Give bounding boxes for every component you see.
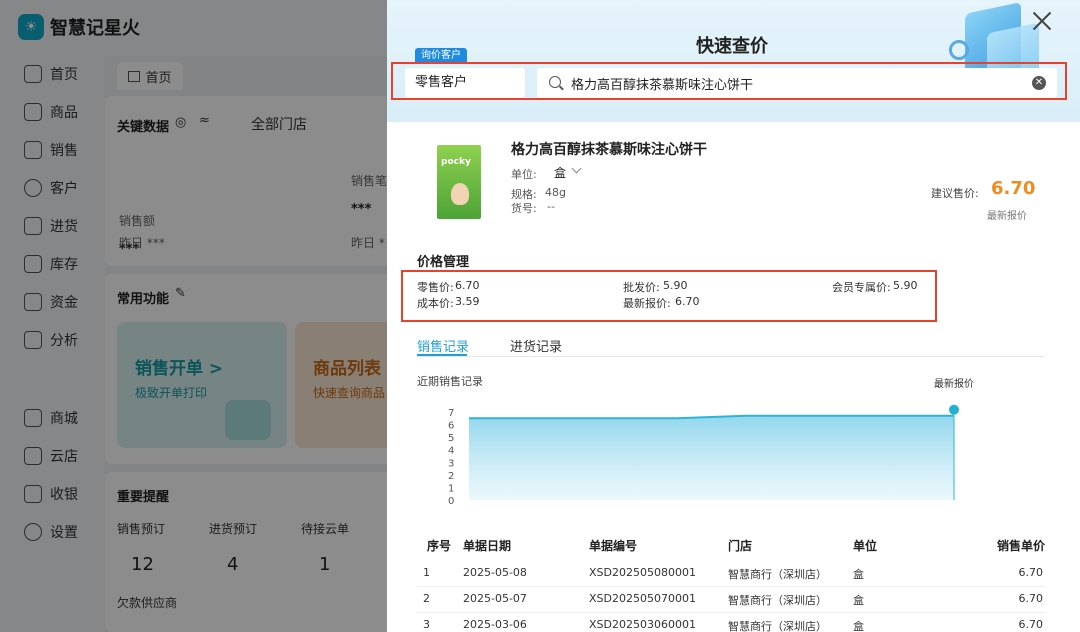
drawer-title: 快速查价 (696, 36, 768, 57)
table-row[interactable] (417, 612, 1045, 613)
suggest-price-value: 6.70 (991, 178, 1036, 199)
col-header-number: 单据编号 (589, 539, 638, 553)
y-tick-label: 5 (448, 433, 454, 444)
chart-area-fill (469, 415, 954, 500)
y-tick-label: 6 (448, 421, 454, 432)
table-cell: XSD202505070001 (589, 592, 696, 605)
tab-divider (417, 356, 1045, 357)
table-cell: 6.70 (1018, 566, 1044, 579)
close-icon[interactable] (1031, 10, 1053, 32)
table-cell: 2025-05-07 (463, 592, 527, 605)
product-image: pocky (437, 145, 481, 219)
table-cell: 2025-05-08 (463, 566, 527, 579)
suggest-price-note: 最新报价 (987, 211, 1027, 222)
unit-select[interactable]: 盒 (554, 164, 566, 181)
code-label: 货号: (511, 202, 537, 215)
col-header-unit: 单位 (853, 539, 878, 553)
y-tick-label: 3 (448, 458, 454, 469)
table-cell: 6.70 (1018, 592, 1044, 605)
y-tick-label: 2 (448, 471, 454, 482)
unit-label: 单位: (511, 168, 537, 181)
tab-active-indicator (417, 354, 467, 356)
product-name: 格力高百醇抹茶慕斯味注心饼干 (511, 142, 707, 158)
table-cell: 6.70 (1018, 618, 1044, 631)
y-tick-label: 4 (448, 446, 454, 457)
table-cell: 智慧商行（深圳店） (728, 594, 827, 607)
table-cell: XSD202503060001 (589, 618, 696, 631)
table-cell: 盒 (853, 620, 864, 632)
col-header-store: 门店 (728, 539, 753, 553)
col-header-date: 单据日期 (463, 539, 512, 553)
spec-value: 48g (545, 186, 566, 199)
y-tick-label: 0 (448, 496, 454, 506)
table-cell: 盒 (853, 568, 864, 581)
table-cell: 智慧商行（深圳店） (728, 568, 827, 581)
table-cell: 2025-03-06 (463, 618, 527, 631)
chart-annotation: 最新报价 (934, 377, 974, 390)
table-cell: 2 (423, 592, 430, 605)
table-cell: 智慧商行（深圳店） (728, 620, 827, 632)
sales-chart: 0 12 34 56 7 最新报价 (448, 377, 974, 506)
y-tick-label: 1 (448, 483, 454, 494)
table-cell: XSD202505080001 (589, 566, 696, 579)
quick-price-drawer: 快速查价 询价客户 零售客户 ✕ pocky 格力高百醇抹茶慕斯味注心饼干 单位… (387, 0, 1080, 632)
suggest-price-label: 建议售价: (931, 187, 979, 200)
y-tick-label: 7 (448, 408, 454, 419)
tab-sales-records[interactable]: 销售记录 (417, 336, 469, 355)
col-header-price: 销售单价 (997, 539, 1046, 553)
highlight-box-search (391, 62, 1067, 100)
product-image-face (451, 183, 469, 205)
table-row[interactable] (417, 586, 1045, 587)
product-image-brand: pocky (441, 157, 471, 167)
col-header-index: 序号 (427, 539, 452, 553)
table-cell: 3 (423, 618, 430, 631)
price-management-title: 价格管理 (417, 255, 470, 270)
table-cell: 1 (423, 566, 430, 579)
chart-marker-pin[interactable] (949, 404, 959, 415)
code-value: -- (547, 200, 555, 213)
highlight-box-prices (401, 270, 937, 322)
tab-purchase-records[interactable]: 进货记录 (510, 336, 562, 355)
chevron-down-icon[interactable] (571, 163, 582, 174)
table-cell: 盒 (853, 594, 864, 607)
